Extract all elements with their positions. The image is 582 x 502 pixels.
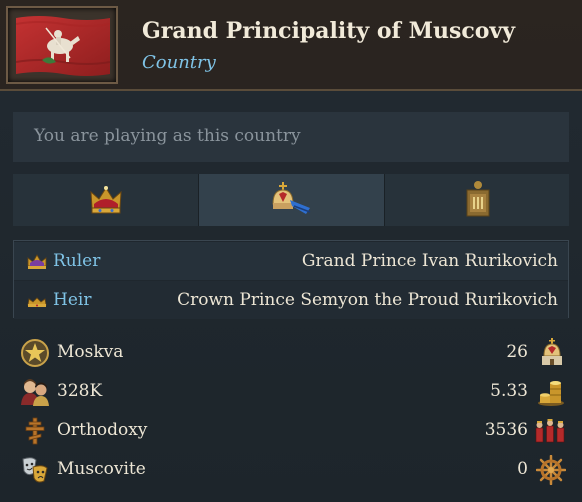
- population-row[interactable]: 328K 5.33: [0, 373, 582, 411]
- small-coronet-icon: [27, 297, 47, 307]
- heir-label: Heir: [53, 290, 92, 310]
- muscovy-flag-icon: [16, 16, 110, 76]
- church-icon: [542, 338, 562, 365]
- capital-name: Moskva: [57, 342, 124, 362]
- ruler-row[interactable]: Ruler Grand Prince Ivan Rurikovich: [14, 242, 568, 280]
- heir-name[interactable]: Crown Prince Semyon the Proud Rurikovich: [177, 290, 558, 310]
- crown-icon: [89, 186, 122, 214]
- tab-government[interactable]: [13, 174, 198, 226]
- flag-frame[interactable]: [6, 6, 118, 84]
- navy-value: 0: [517, 459, 528, 479]
- population-value-label: 328K: [57, 381, 103, 401]
- religion-name: Orthodoxy: [57, 420, 148, 440]
- tab-religion[interactable]: [199, 174, 384, 226]
- capital-star-icon: [21, 339, 49, 367]
- ruler-label: Ruler: [53, 251, 101, 271]
- leaders-box: Ruler Grand Prince Ivan Rurikovich Heir …: [13, 240, 569, 319]
- ship-wheel-icon: [536, 455, 566, 485]
- country-tabs: [13, 174, 569, 226]
- income-value: 5.33: [490, 381, 528, 401]
- population-icon: [21, 379, 49, 406]
- manpower-value: 3536: [484, 420, 528, 440]
- playing-as-text: You are playing as this country: [34, 126, 301, 146]
- playing-as-box: You are playing as this country: [13, 112, 569, 162]
- culture-name: Muscovite: [57, 459, 146, 479]
- heir-row[interactable]: Heir Crown Prince Semyon the Proud Rurik…: [14, 281, 568, 319]
- army-icon: [535, 419, 565, 443]
- tab-military[interactable]: [385, 174, 570, 226]
- capital-row[interactable]: Moskva 26: [0, 334, 582, 372]
- culture-row[interactable]: Muscovite 0: [0, 451, 582, 489]
- orthodox-cross-icon: [25, 417, 45, 445]
- small-crown-icon: [27, 254, 47, 269]
- country-type-label: Country: [142, 52, 216, 73]
- gold-coins-icon: [538, 381, 564, 406]
- religion-row[interactable]: Orthodoxy 3536: [0, 412, 582, 450]
- ruler-name[interactable]: Grand Prince Ivan Rurikovich: [302, 251, 558, 271]
- country-panel: Grand Principality of Muscovy Country Yo…: [0, 0, 582, 502]
- church-dome-icon: [271, 182, 310, 214]
- culture-masks-icon: [22, 457, 48, 483]
- shield-banner-icon: [466, 181, 489, 217]
- country-header: Grand Principality of Muscovy Country: [0, 0, 582, 91]
- capital-value: 26: [506, 342, 528, 362]
- country-title: Grand Principality of Muscovy: [142, 18, 516, 44]
